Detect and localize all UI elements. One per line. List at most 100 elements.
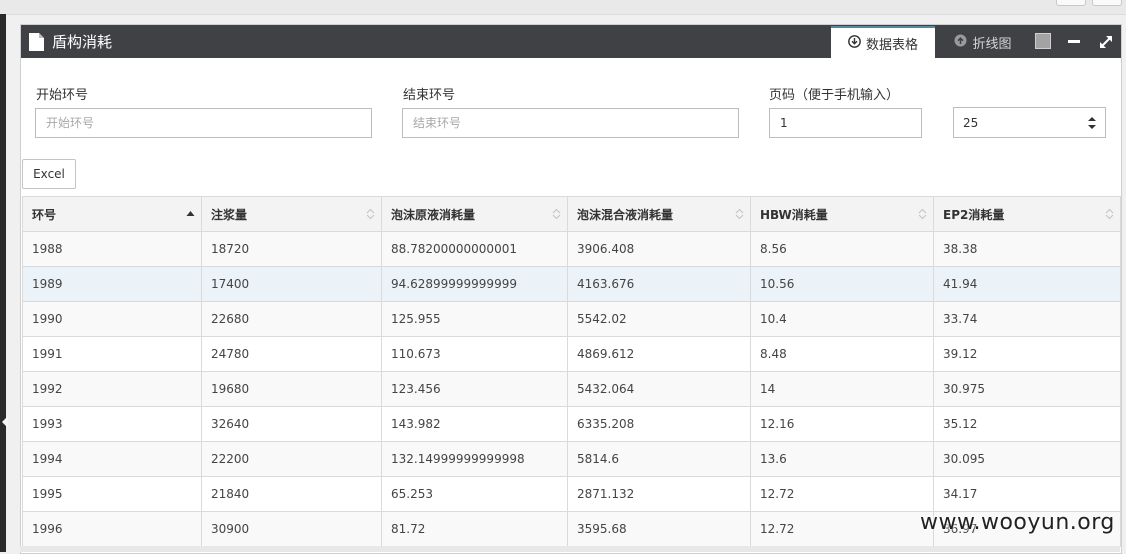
table-cell: 24780	[201, 336, 382, 372]
end-ring-label: 结束环号	[403, 88, 456, 103]
table-cell: 14	[750, 371, 934, 407]
table-cell: 81.72	[381, 511, 568, 547]
table-cell: 88.78200000000001	[381, 231, 568, 267]
panel-title: 盾构消耗	[52, 33, 113, 51]
tab-data-table[interactable]: 数据表格	[831, 26, 935, 58]
table-cell: 110.673	[381, 336, 568, 372]
table-row[interactable]: 1994 22200 132.14999999999998 5814.6 13.6 30.…	[22, 441, 1121, 477]
table-row[interactable]: 1988 18720 88.78200000000001 3906.408 8.56 38…	[22, 231, 1121, 267]
upload-circle-icon	[954, 34, 967, 51]
tab-line-chart[interactable]: 折线图	[937, 26, 1029, 58]
table-cell: 30.975	[933, 371, 1121, 407]
column-header-foam-concentrate[interactable]: 泡沫原液消耗量	[381, 196, 568, 232]
column-header-hbw[interactable]: HBW消耗量	[750, 196, 934, 232]
table-cell: 30.095	[933, 441, 1121, 477]
table-cell: 39.12	[933, 336, 1121, 372]
column-header-label: EP2消耗量	[943, 207, 1005, 222]
table-row[interactable]: 1989 17400 94.62899999999999 4163.676 10.56 4…	[22, 266, 1121, 302]
table-cell: 1996	[22, 511, 202, 547]
table-cell: 3595.68	[567, 511, 751, 547]
minimize-icon[interactable]	[1068, 40, 1080, 43]
excel-export-button[interactable]: Excel	[22, 159, 76, 189]
table-cell: 38.38	[933, 231, 1121, 267]
table-cell: 35.12	[933, 406, 1121, 442]
page-size-select[interactable]: 25	[953, 107, 1106, 138]
table-cell: 94.62899999999999	[381, 266, 568, 302]
table-cell: 1994	[22, 441, 202, 477]
table-row[interactable]: 1992 19680 123.456 5432.064 14 30.975	[22, 371, 1121, 407]
table-cell: 5814.6	[567, 441, 751, 477]
column-header-label: 泡沫混合液消耗量	[577, 207, 674, 222]
panel-title-group: 盾构消耗	[29, 25, 112, 58]
table-cell: 12.72	[750, 476, 934, 512]
top-button[interactable]	[1092, 0, 1122, 6]
table-cell: 143.982	[381, 406, 568, 442]
download-circle-icon	[848, 34, 861, 52]
column-header-label: 环号	[32, 207, 57, 222]
bottom-strip	[20, 546, 1120, 552]
table-cell: 12.72	[750, 511, 934, 547]
column-header-foam-mixture[interactable]: 泡沫混合液消耗量	[567, 196, 751, 232]
table-cell: 1990	[22, 301, 202, 337]
select-updown-icon	[1087, 114, 1097, 132]
table-row[interactable]: 1993 32640 143.982 6335.208 12.16 35.12	[22, 406, 1121, 442]
sort-both-icon	[1105, 208, 1114, 220]
sort-both-icon	[366, 208, 375, 220]
table-cell: 4163.676	[567, 266, 751, 302]
table-row[interactable]: 1995 21840 65.253 2871.132 12.72 34.17	[22, 476, 1121, 512]
table-cell: 13.6	[750, 441, 934, 477]
table-cell: 22680	[201, 301, 382, 337]
consumption-table: 环号 注浆量 泡沫原液消耗量 泡沫混合液消耗量 HBW消耗量 EP2消耗量 19…	[22, 196, 1121, 547]
column-header-ring[interactable]: 环号	[22, 196, 202, 232]
column-header-grout[interactable]: 注浆量	[201, 196, 382, 232]
top-button[interactable]	[1056, 0, 1086, 6]
color-picker-button[interactable]	[1035, 33, 1051, 49]
table-cell: 8.48	[750, 336, 934, 372]
table-cell: 30900	[201, 511, 382, 547]
table-cell: 132.14999999999998	[381, 441, 568, 477]
sort-both-icon	[552, 208, 561, 220]
table-cell: 8.56	[750, 231, 934, 267]
page-label: 页码（便于手机输入）	[769, 88, 900, 103]
table-cell: 3906.408	[567, 231, 751, 267]
sidebar-toggle-icon[interactable]	[2, 416, 8, 428]
table-cell: 123.456	[381, 371, 568, 407]
table-cell: 41.94	[933, 266, 1121, 302]
table-cell: 1988	[22, 231, 202, 267]
table-cell: 6335.208	[567, 406, 751, 442]
column-header-label: HBW消耗量	[760, 207, 828, 222]
page-size-value: 25	[963, 116, 979, 130]
tab-line-chart-label: 折线图	[972, 36, 1012, 52]
end-ring-input[interactable]	[402, 108, 739, 138]
sort-both-icon	[918, 208, 927, 220]
table-cell: 125.955	[381, 301, 568, 337]
sort-both-icon	[735, 208, 744, 220]
table-cell: 18720	[201, 231, 382, 267]
table-row[interactable]: 1990 22680 125.955 5542.02 10.4 33.74	[22, 301, 1121, 337]
table-cell: 1992	[22, 371, 202, 407]
table-cell: 5542.02	[567, 301, 751, 337]
table-cell: 5432.064	[567, 371, 751, 407]
table-cell: 22200	[201, 441, 382, 477]
sort-asc-icon	[186, 208, 195, 220]
table-cell: 17400	[201, 266, 382, 302]
page-input[interactable]	[769, 108, 922, 138]
window-top-strip	[0, 0, 1126, 15]
table-cell: 12.16	[750, 406, 934, 442]
table-cell: 1995	[22, 476, 202, 512]
fullscreen-icon[interactable]	[1098, 34, 1114, 50]
table-header-row: 环号 注浆量 泡沫原液消耗量 泡沫混合液消耗量 HBW消耗量 EP2消耗量	[22, 196, 1121, 232]
table-cell: 34.17	[933, 476, 1121, 512]
column-header-label: 泡沫原液消耗量	[391, 207, 476, 222]
tab-data-table-label: 数据表格	[865, 37, 918, 53]
panel-header: 盾构消耗 数据表格 折线图	[21, 25, 1121, 58]
start-ring-label: 开始环号	[36, 88, 89, 103]
table-row[interactable]: 1991 24780 110.673 4869.612 8.48 39.12	[22, 336, 1121, 372]
table-cell: 33.74	[933, 301, 1121, 337]
table-cell: 21840	[201, 476, 382, 512]
column-header-ep2[interactable]: EP2消耗量	[933, 196, 1121, 232]
start-ring-input[interactable]	[35, 108, 372, 138]
watermark-text: www.wooyun.org	[920, 510, 1115, 535]
document-icon	[29, 32, 44, 51]
table-cell: 10.56	[750, 266, 934, 302]
